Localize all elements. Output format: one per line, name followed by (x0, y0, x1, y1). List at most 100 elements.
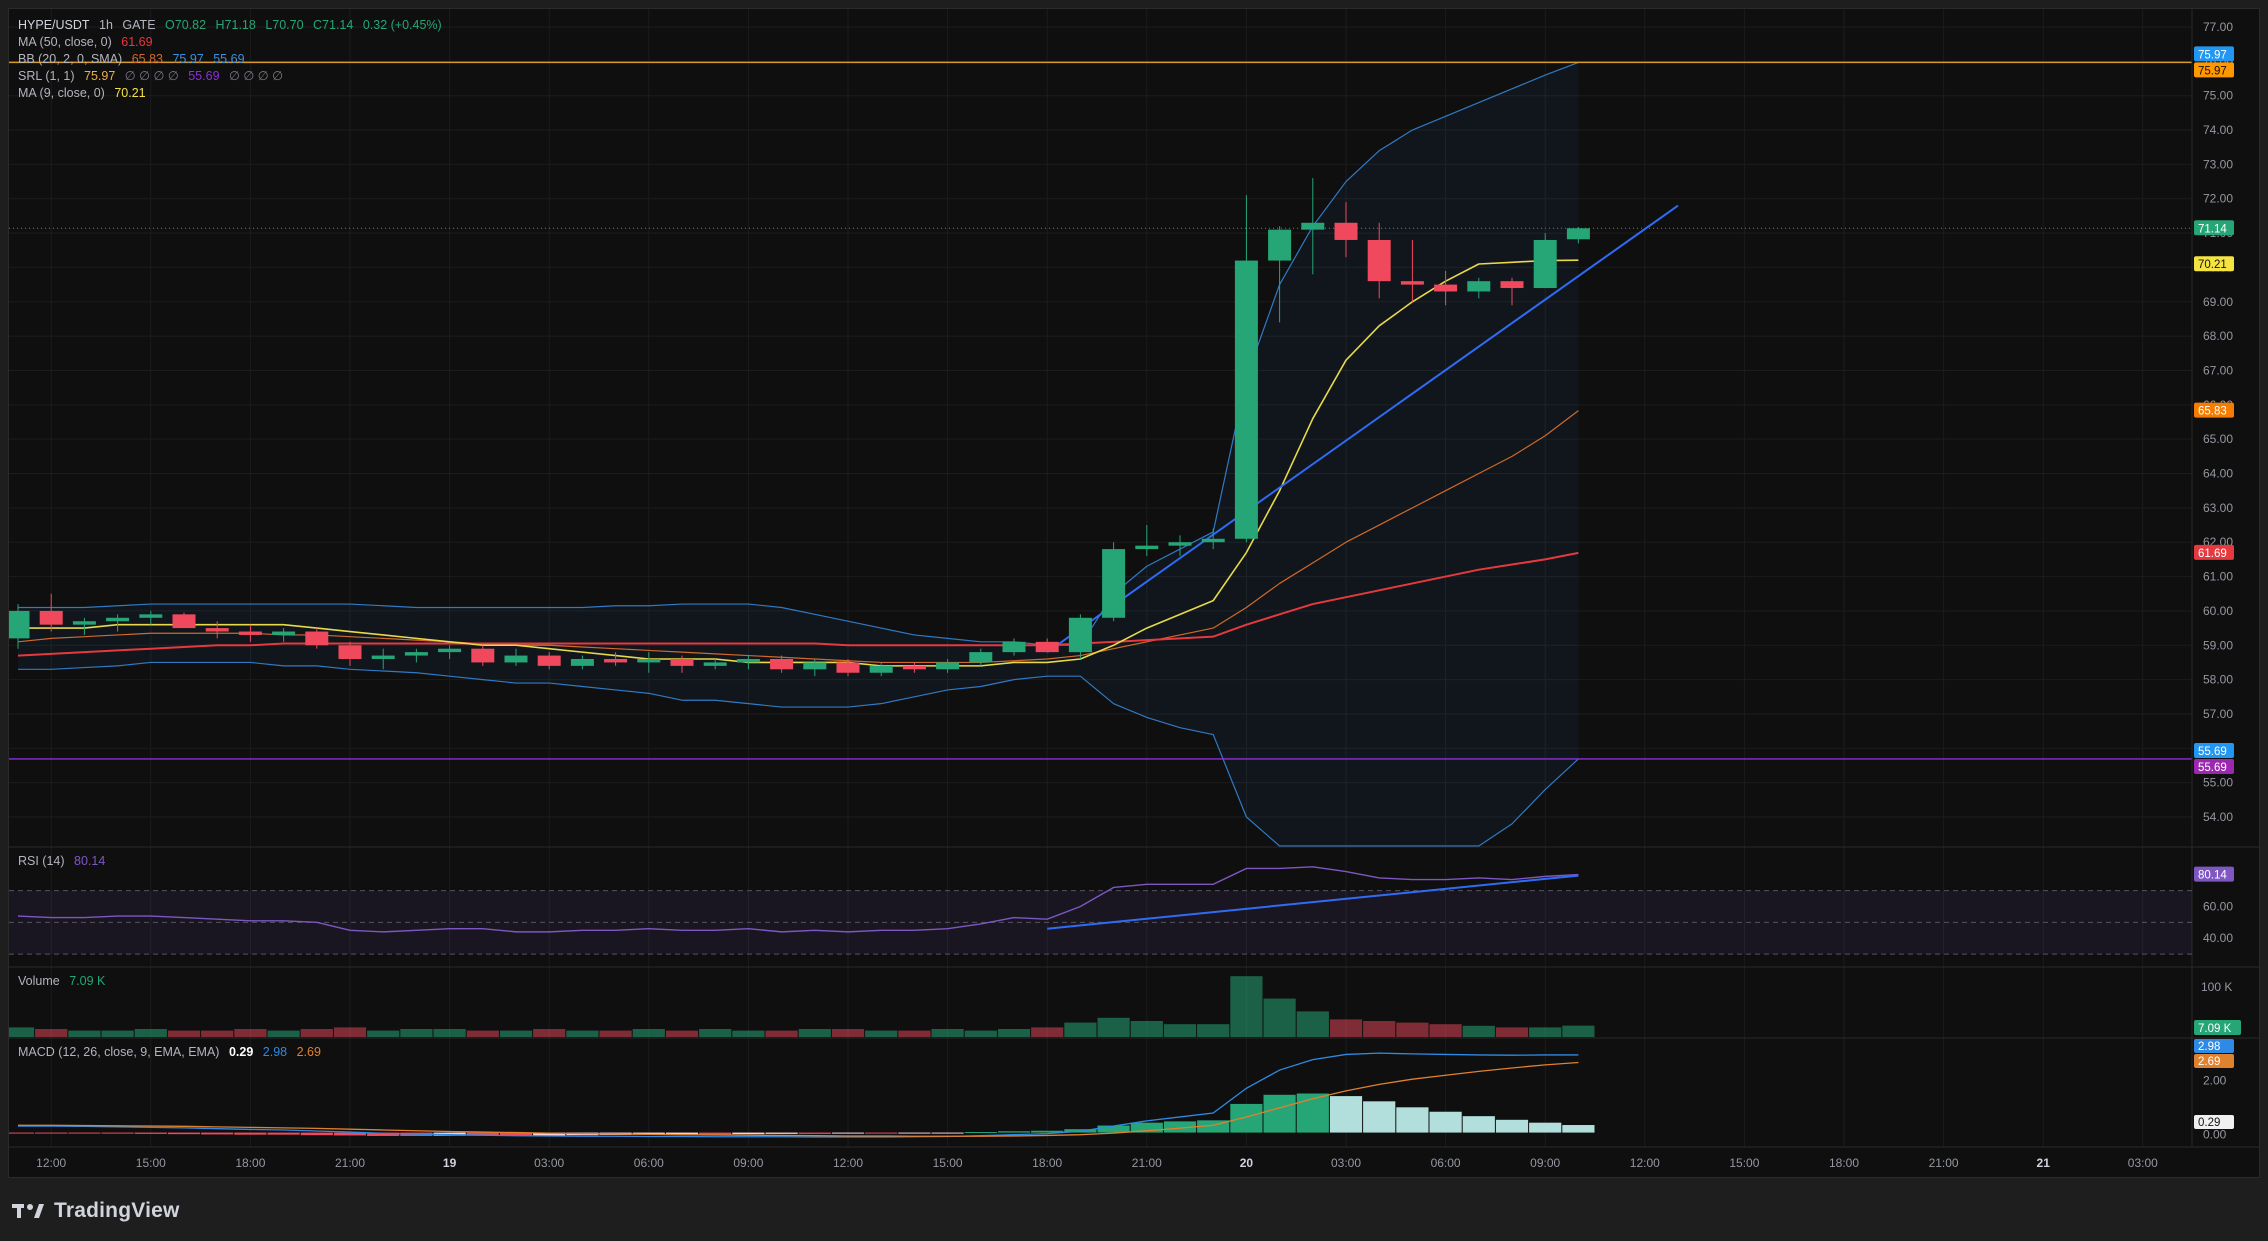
price-label-text: 75.97 (2198, 49, 2227, 61)
candle-body (305, 631, 329, 646)
volume-bar (1529, 1027, 1562, 1037)
price-label-text: 65.83 (2198, 406, 2227, 418)
time-tick-label: 06:00 (1431, 1156, 1461, 1170)
volume-bar (267, 1030, 300, 1037)
legend-symbol-row: HYPE/USDT 1h GATE O70.82 H71.18 L70.70 C… (18, 17, 448, 34)
volume-bar (798, 1029, 831, 1037)
candle-body (1566, 228, 1590, 240)
candle-body (836, 662, 860, 673)
rsi-legend[interactable]: RSI (14) 80.14 (18, 854, 111, 868)
macd-histogram-bar (699, 1132, 732, 1135)
volume-bar (599, 1030, 632, 1037)
macd-tick-label: 2.00 (2203, 1073, 2227, 1087)
macd-legend[interactable]: MACD (12, 26, close, 9, EMA, EMA) 0.29 2… (18, 1045, 327, 1059)
volume-bar (433, 1029, 466, 1037)
volume-bar (533, 1029, 566, 1037)
candle-body (770, 659, 794, 670)
price-label-text: 70.21 (2198, 259, 2227, 271)
close-value: C71.14 (313, 18, 354, 32)
volume-bar (1462, 1025, 1495, 1037)
candle-body (703, 662, 727, 666)
macd-histogram-bar (167, 1132, 201, 1135)
candle-body (1400, 281, 1424, 285)
volume-bar (732, 1030, 765, 1037)
symbol-label[interactable]: HYPE/USDT (18, 18, 90, 32)
time-tick-label: 12:00 (36, 1156, 66, 1170)
volume-bar (964, 1030, 997, 1037)
price-label-text: 71.14 (2198, 223, 2227, 235)
volume-bar (1031, 1027, 1064, 1037)
volume-bar (1296, 1011, 1329, 1037)
candle-body (902, 665, 926, 670)
volume-bar (765, 1030, 798, 1037)
volume-bar (1097, 1017, 1130, 1037)
volume-bar (898, 1030, 931, 1037)
time-tick-label: 18:00 (235, 1156, 265, 1170)
volume-bar (632, 1029, 665, 1037)
bb-label: BB (20, 2, 0, SMA) (18, 52, 123, 66)
change-value: 0.32 (+0.45%) (362, 18, 442, 32)
candle-body (1068, 617, 1092, 653)
candle-body (72, 621, 96, 625)
volume-legend[interactable]: Volume 7.09 K (18, 974, 111, 988)
price-tick-label: 75.00 (2203, 89, 2233, 103)
macd-histogram-bar (1562, 1125, 1595, 1133)
price-tick-label: 69.00 (2203, 295, 2233, 309)
exchange-label: GATE (122, 18, 156, 32)
legend-bb-row[interactable]: BB (20, 2, 0, SMA) 65.83 75.97 55.69 (18, 51, 251, 68)
price-tick-label: 74.00 (2203, 123, 2233, 137)
legend-ma50-row[interactable]: MA (50, close, 0) 61.69 (18, 34, 159, 51)
price-label-text: 75.97 (2198, 65, 2227, 77)
legend-ma9-row[interactable]: MA (9, close, 0) 70.21 (18, 85, 152, 102)
price-chart[interactable]: 54.0055.0056.0057.0058.0059.0060.0061.00… (9, 9, 2260, 1178)
volume-bar (931, 1029, 964, 1037)
price-label-badge: 75.97 (2194, 46, 2234, 62)
macd-histogram-bar (1429, 1111, 1462, 1133)
volume-bar (499, 1030, 533, 1037)
legend-srl-row[interactable]: SRL (1, 1) 75.97 ∅ ∅ ∅ ∅ 55.69 ∅ ∅ ∅ ∅ (18, 68, 289, 85)
volume-bar (101, 1030, 134, 1037)
time-tick-label: 12:00 (1630, 1156, 1660, 1170)
candle-body (106, 617, 130, 622)
price-label-badge: 61.69 (2194, 544, 2234, 560)
candle-body (1434, 284, 1458, 292)
price-tick-label: 64.00 (2203, 467, 2233, 481)
macd-histogram-bar (1263, 1094, 1296, 1133)
candle-body (670, 659, 694, 666)
macd-histogram-bar (201, 1132, 234, 1135)
candle-body (39, 610, 63, 625)
volume-bar (367, 1030, 400, 1037)
price-tick-label: 60.00 (2203, 604, 2233, 618)
chart-container[interactable]: 54.0055.0056.0057.0058.0059.0060.0061.00… (8, 8, 2260, 1178)
price-label-badge: 70.21 (2194, 256, 2234, 272)
rsi-value: 80.14 (74, 854, 106, 868)
price-tick-label: 58.00 (2203, 673, 2233, 687)
volume-bar (134, 1029, 167, 1037)
candle-body (1334, 222, 1358, 240)
candle-body (504, 655, 528, 663)
price-tick-label: 55.00 (2203, 776, 2233, 790)
price-label-badge: 65.83 (2194, 402, 2234, 418)
time-tick-label: 18:00 (1829, 1156, 1859, 1170)
brand-footer[interactable]: TradingView (12, 1196, 180, 1226)
volume-bar (865, 1030, 898, 1037)
rsi-label: RSI (14) (18, 854, 65, 868)
srl-label: SRL (1, 1) (18, 69, 75, 83)
time-tick-label: 03:00 (1331, 1156, 1361, 1170)
volume-bar (1197, 1024, 1230, 1037)
rsi-tick-label: 60.00 (2203, 900, 2233, 914)
time-tick-label: 15:00 (933, 1156, 963, 1170)
candle-body (537, 655, 561, 666)
volume-bar (300, 1029, 333, 1037)
volume-bar (1263, 998, 1296, 1037)
price-label-badge: 71.14 (2194, 220, 2234, 236)
interval-label[interactable]: 1h (99, 18, 113, 32)
volume-bar (35, 1029, 68, 1037)
macd-badge-text: 0.29 (2198, 1117, 2220, 1129)
candle-body (1234, 260, 1258, 539)
price-tick-label: 67.00 (2203, 363, 2233, 377)
ma50-value: 61.69 (121, 35, 153, 49)
macd-histogram-bar (1363, 1101, 1396, 1133)
macd-badge-text: 2.69 (2198, 1056, 2220, 1068)
macd-histogram-bar (931, 1132, 964, 1134)
